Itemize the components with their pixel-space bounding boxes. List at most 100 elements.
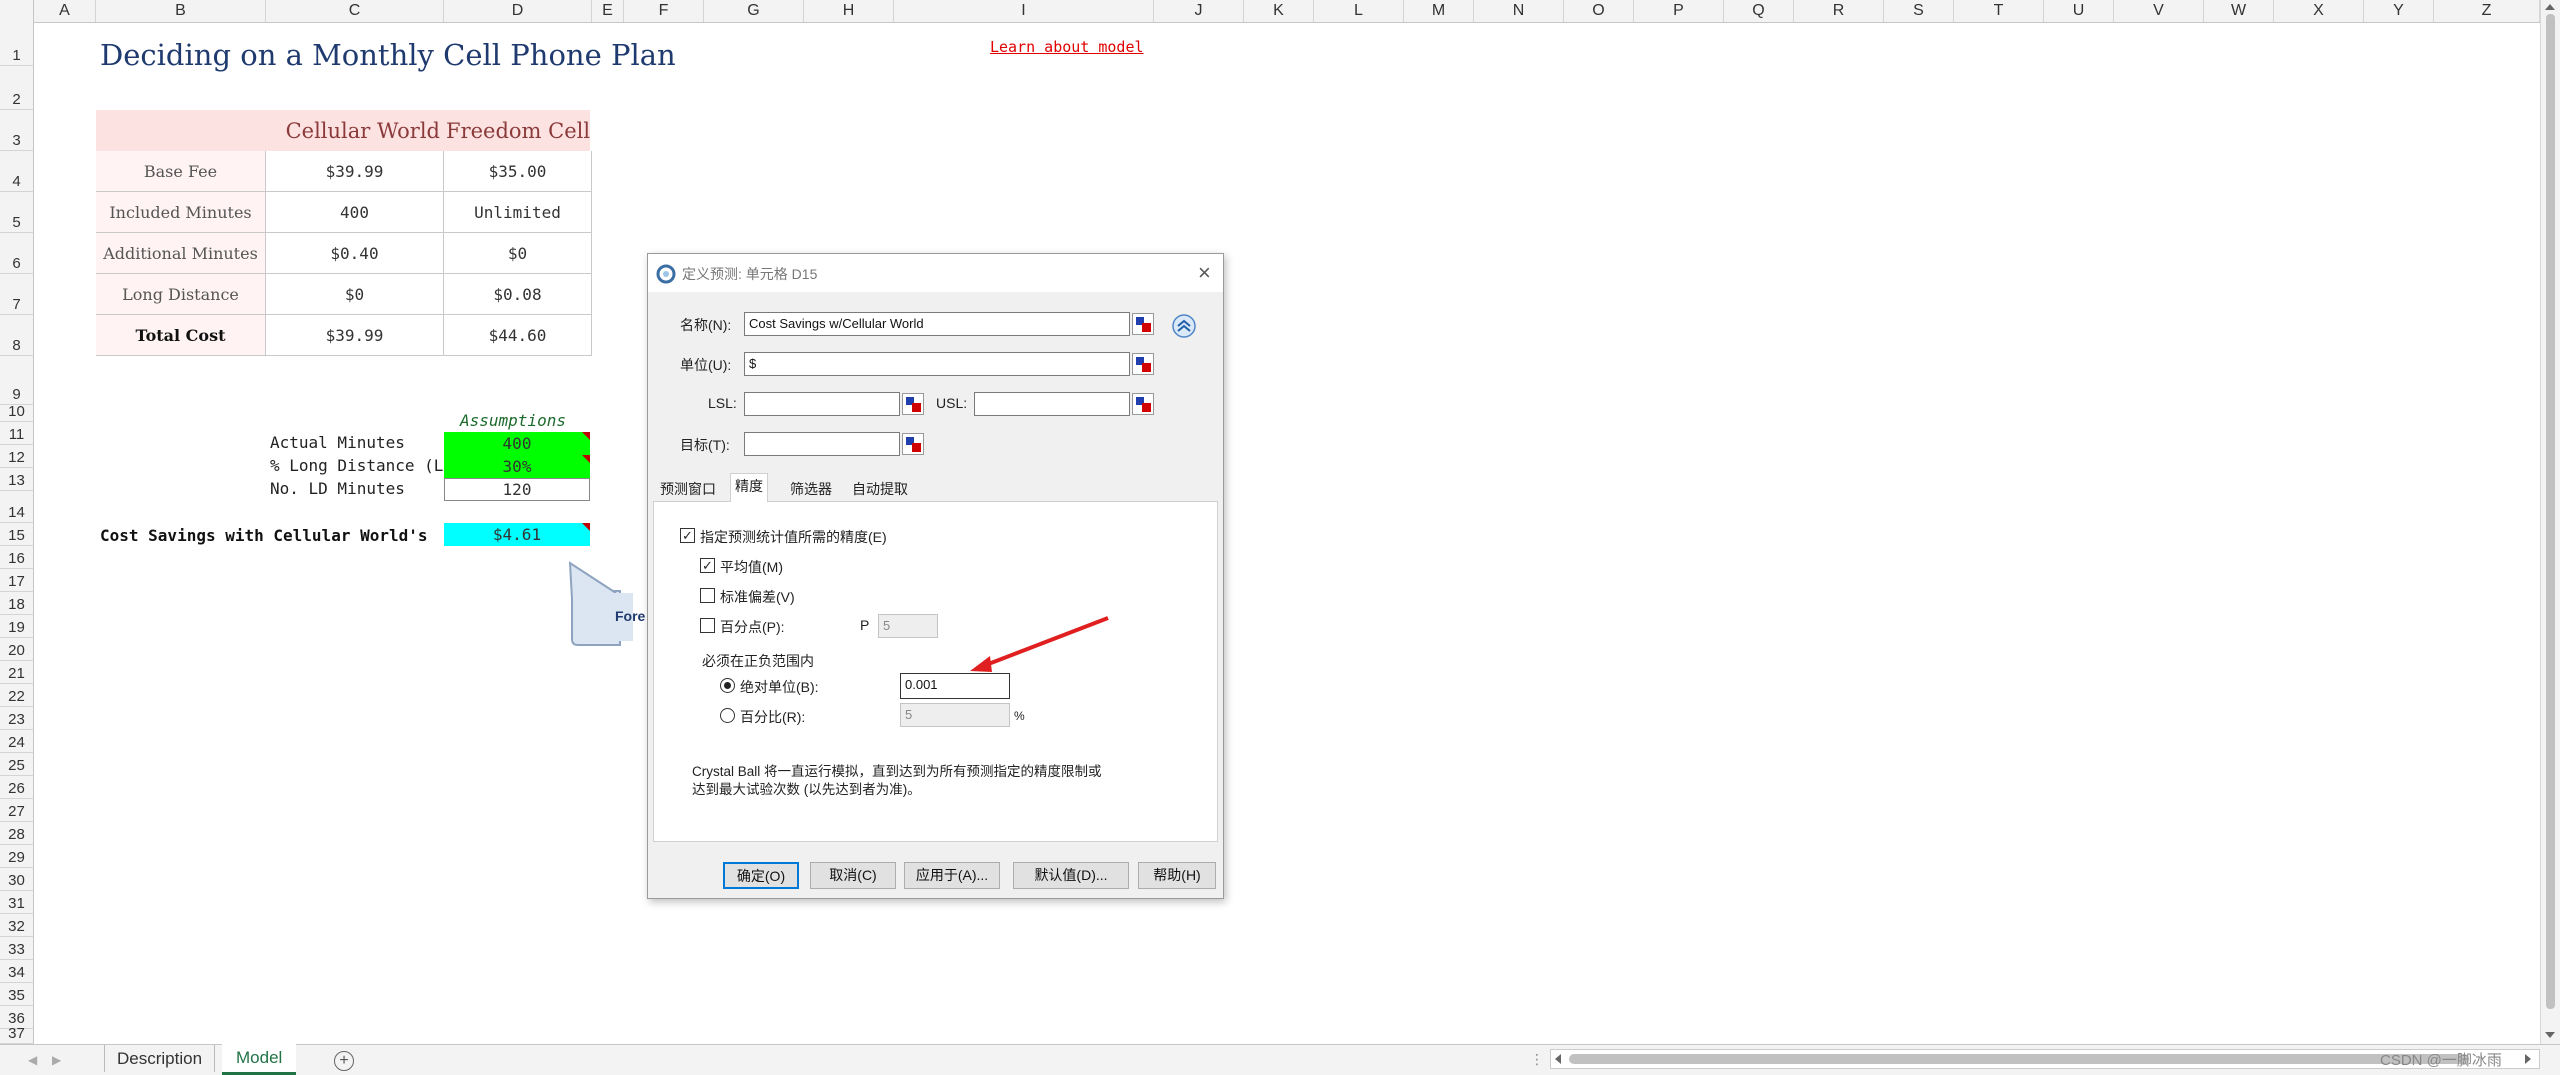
cancel-button[interactable]: 取消(C) <box>810 862 896 889</box>
row-header[interactable]: 6 <box>0 233 34 274</box>
column-header[interactable]: H <box>804 0 894 22</box>
row-header[interactable]: 4 <box>0 151 34 192</box>
row-header[interactable]: 2 <box>0 66 34 110</box>
target-cell-ref-icon[interactable] <box>902 433 924 455</box>
freedom-cell-value-cell[interactable]: $35.00 <box>444 151 592 192</box>
row-header[interactable]: 22 <box>0 684 34 707</box>
row-header[interactable]: 11 <box>0 422 34 445</box>
row-header[interactable]: 24 <box>0 730 34 753</box>
ok-button[interactable]: 确定(O) <box>723 862 799 889</box>
row-header[interactable]: 35 <box>0 983 34 1006</box>
row-header[interactable]: 32 <box>0 914 34 937</box>
lsl-cell-ref-icon[interactable] <box>902 393 924 415</box>
unit-cell-ref-icon[interactable] <box>1132 353 1154 375</box>
row-header[interactable]: 29 <box>0 845 34 868</box>
scroll-up-arrow[interactable] <box>2545 4 2555 10</box>
freedom-cell-value-cell[interactable]: $0.08 <box>444 274 592 315</box>
column-header[interactable]: W <box>2204 0 2274 22</box>
column-header[interactable]: M <box>1404 0 1474 22</box>
row-label-cell[interactable]: Long Distance <box>96 274 266 315</box>
percentile-checkbox[interactable] <box>700 618 715 633</box>
vertical-scrollbar[interactable] <box>2540 0 2560 1044</box>
tab-filter[interactable]: 筛选器 <box>786 477 836 501</box>
cellular-world-value-cell[interactable]: $0.40 <box>266 233 444 274</box>
assumption-value-cell[interactable]: 120 <box>444 478 590 501</box>
row-label-cell[interactable]: Base Fee <box>96 151 266 192</box>
std-dev-checkbox[interactable] <box>700 588 715 603</box>
row-header[interactable]: 26 <box>0 776 34 799</box>
savings-value-cell[interactable]: $4.61 <box>444 523 590 546</box>
column-header[interactable]: F <box>624 0 704 22</box>
column-header[interactable]: O <box>1564 0 1634 22</box>
row-header[interactable]: 16 <box>0 546 34 569</box>
spreadsheet-grid[interactable]: ABCDEFGHIJKLMNOPQRSTUVWXYZ 1 2 3 4 5 6 7 8 9 10 11… <box>0 0 2540 1044</box>
column-header[interactable]: P <box>1634 0 1724 22</box>
help-button[interactable]: 帮助(H) <box>1138 862 1216 889</box>
freedom-cell-value-cell[interactable]: Unlimited <box>444 192 592 233</box>
cellular-world-value-cell[interactable]: $0 <box>266 274 444 315</box>
scroll-right-arrow[interactable] <box>2525 1054 2531 1064</box>
column-header[interactable]: Z <box>2434 0 2540 22</box>
row-header[interactable]: 33 <box>0 937 34 960</box>
percentile-input[interactable]: 5 <box>878 614 938 638</box>
column-header[interactable]: Y <box>2364 0 2434 22</box>
specify-precision-checkbox[interactable]: ✓ <box>680 528 695 543</box>
defaults-button[interactable]: 默认值(D)... <box>1013 862 1129 889</box>
row-header[interactable]: 25 <box>0 753 34 776</box>
row-label-cell[interactable]: Included Minutes <box>96 192 266 233</box>
cellular-world-value-cell[interactable]: $39.99 <box>266 315 444 356</box>
mean-checkbox[interactable]: ✓ <box>700 558 715 573</box>
row-header[interactable]: 18 <box>0 592 34 615</box>
row-header[interactable]: 3 <box>0 110 34 151</box>
tab-splitter-icon[interactable]: ⋮ <box>1530 1051 1544 1068</box>
column-header[interactable]: D <box>444 0 592 22</box>
row-header[interactable]: 31 <box>0 891 34 914</box>
row-label-cell[interactable]: Additional Minutes <box>96 233 266 274</box>
row-header[interactable]: 37 <box>0 1025 34 1044</box>
lsl-input[interactable] <box>744 392 900 416</box>
row-header[interactable]: 23 <box>0 707 34 730</box>
dialog-titlebar[interactable]: 定义预测: 单元格 D15 × <box>648 254 1223 292</box>
row-header[interactable]: 14 <box>0 491 34 523</box>
unit-input[interactable]: $ <box>744 352 1130 376</box>
row-header[interactable]: 10 <box>0 403 34 422</box>
column-header[interactable]: J <box>1154 0 1244 22</box>
column-header[interactable]: V <box>2114 0 2204 22</box>
freedom-cell-value-cell[interactable]: $44.60 <box>444 315 592 356</box>
next-sheet-arrow[interactable]: ▶ <box>52 1053 61 1067</box>
row-header[interactable]: 1 <box>0 22 34 66</box>
row-header[interactable]: 20 <box>0 638 34 661</box>
usl-cell-ref-icon[interactable] <box>1132 393 1154 415</box>
learn-about-model-link[interactable]: Learn about model <box>990 38 1144 56</box>
close-icon[interactable]: × <box>1198 260 1211 286</box>
cellular-world-value-cell[interactable]: $39.99 <box>266 151 444 192</box>
callout-shape[interactable] <box>560 555 660 650</box>
row-header[interactable]: 13 <box>0 468 34 491</box>
assumption-value-cell[interactable]: 30% <box>444 455 590 478</box>
row-header[interactable]: 7 <box>0 274 34 315</box>
column-header[interactable]: U <box>2044 0 2114 22</box>
prev-sheet-arrow[interactable]: ◀ <box>28 1053 37 1067</box>
column-header[interactable]: S <box>1884 0 1954 22</box>
select-all-corner[interactable] <box>0 0 34 22</box>
define-forecast-dialog[interactable]: 定义预测: 单元格 D15 × 名称(N): Cost Savings w/Ce… <box>647 253 1224 899</box>
row-header[interactable]: 30 <box>0 868 34 891</box>
row-header[interactable]: 15 <box>0 523 34 546</box>
sheet-tab-model[interactable]: Model <box>222 1044 297 1075</box>
column-header[interactable]: T <box>1954 0 2044 22</box>
freedom-cell-value-cell[interactable]: $0 <box>444 233 592 274</box>
column-header[interactable]: A <box>34 0 96 22</box>
row-header[interactable]: 27 <box>0 799 34 822</box>
column-header[interactable]: Q <box>1724 0 1794 22</box>
relative-percent-radio[interactable] <box>720 708 735 723</box>
column-header[interactable]: B <box>96 0 266 22</box>
cellular-world-value-cell[interactable]: 400 <box>266 192 444 233</box>
sheet-tab-description[interactable]: Description <box>104 1045 216 1072</box>
row-header[interactable]: 5 <box>0 192 34 233</box>
add-sheet-icon[interactable]: + <box>334 1051 354 1071</box>
column-header[interactable]: X <box>2274 0 2364 22</box>
row-header[interactable]: 21 <box>0 661 34 684</box>
tab-forecast-window[interactable]: 预测窗口 <box>656 477 720 501</box>
row-label-cell[interactable]: Total Cost <box>96 315 266 356</box>
row-header[interactable]: 8 <box>0 315 34 356</box>
